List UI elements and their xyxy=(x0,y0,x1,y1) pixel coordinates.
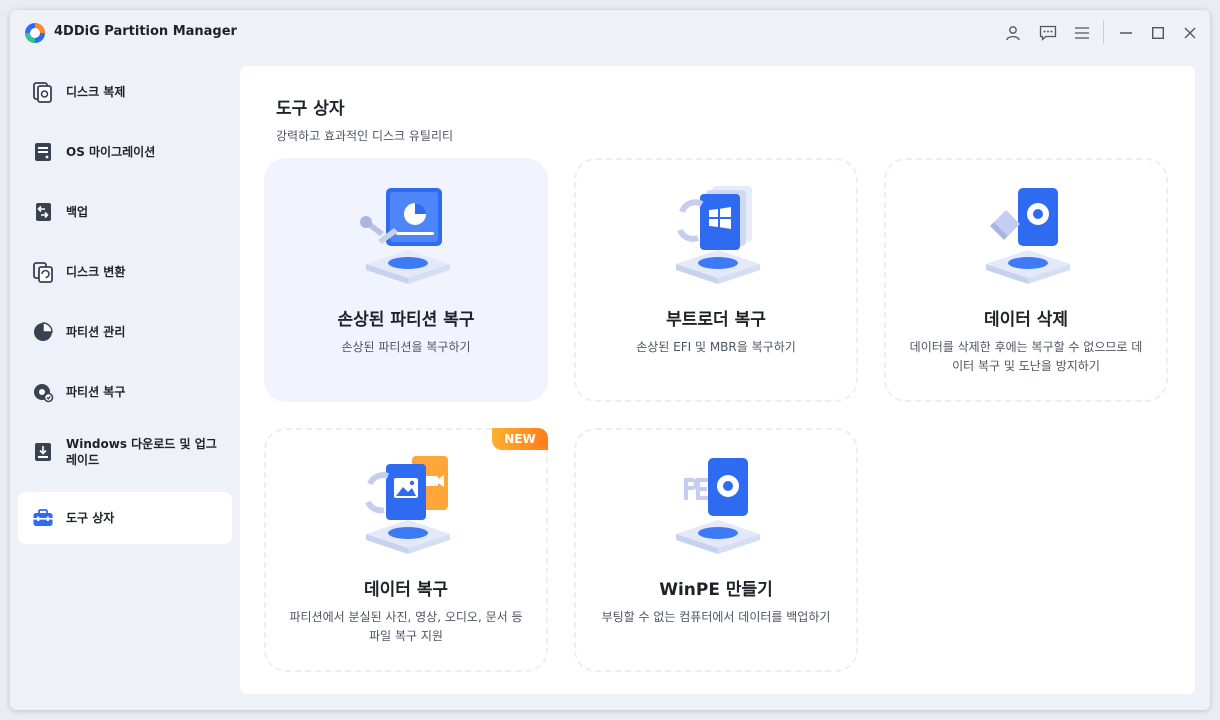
sidebar-item-label: 파티션 복구 xyxy=(66,385,126,399)
os-migration-icon xyxy=(35,143,51,161)
sidebar-item-label: 도구 상자 xyxy=(66,511,115,525)
page-subtitle: 강력하고 효과적인 디스크 유틸리티 xyxy=(276,129,454,143)
user-button[interactable] xyxy=(1002,22,1024,44)
close-button[interactable] xyxy=(1179,22,1201,44)
feedback-icon xyxy=(1039,25,1057,41)
backup-icon xyxy=(36,203,51,221)
card-description: 부팅할 수 없는 컴퓨터에서 데이터를 백업하기 xyxy=(601,610,831,624)
main-panel: 도구 상자 강력하고 효과적인 디스크 유틸리티 손상된 파티션 복구 손상된 … xyxy=(240,66,1195,694)
app-window: 4DDiG Partition Manager 디스크 복제 OS 마이그레이션… xyxy=(10,10,1210,710)
card-title: 손상된 파티션 복구 xyxy=(337,310,475,330)
sidebar-item-label: 디스크 복제 xyxy=(66,85,126,99)
tool-card-partition-repair[interactable]: 손상된 파티션 복구 손상된 파티션을 복구하기 xyxy=(264,158,548,402)
card-description: 손상된 파티션을 복구하기 xyxy=(341,340,471,354)
sidebar-item-backup[interactable]: 백업 xyxy=(18,186,232,238)
sidebar-item-label: Windows 다운로드 및 업그레이드 xyxy=(66,437,217,467)
partition-repair-icon xyxy=(360,188,450,284)
sidebar-item-partition-manage[interactable]: 파티션 관리 xyxy=(18,306,232,358)
app-logo-icon xyxy=(25,23,45,43)
sidebar-item-disk-convert[interactable]: 디스크 변환 xyxy=(18,246,232,298)
disk-clone-icon xyxy=(33,82,52,103)
sidebar-item-label: 백업 xyxy=(66,205,89,219)
bootloader-repair-icon xyxy=(676,186,760,284)
menu-icon xyxy=(1075,27,1089,39)
tool-card-winpe[interactable]: WinPE 만들기 부팅할 수 없는 컴퓨터에서 데이터를 백업하기 xyxy=(574,428,858,672)
maximize-icon xyxy=(1152,27,1164,39)
new-badge: NEW xyxy=(492,428,548,450)
card-description: 데이터를 삭제한 후에는 복구할 수 없으므로 데이터 복구 및 도난을 방지하… xyxy=(909,340,1143,373)
sidebar-item-toolbox[interactable]: 도구 상자 xyxy=(18,492,232,544)
tool-card-data-recovery[interactable]: NEW 데이터 복구 파티션에서 분실된 사진, 영상, 오디오, 문서 등 파… xyxy=(264,428,548,672)
card-title: WinPE 만들기 xyxy=(659,580,773,600)
card-description: 손상된 EFI 및 MBR을 복구하기 xyxy=(636,340,796,354)
data-wipe-icon xyxy=(986,188,1070,284)
menu-button[interactable] xyxy=(1071,22,1093,44)
maximize-button[interactable] xyxy=(1147,22,1169,44)
toolbox-icon xyxy=(33,509,53,526)
partition-recovery-icon xyxy=(34,384,54,403)
minimize-icon xyxy=(1120,32,1132,34)
sidebar-item-windows-download[interactable]: Windows 다운로드 및 업그레이드 xyxy=(18,426,232,478)
sidebar-item-disk-clone[interactable]: 디스크 복제 xyxy=(18,66,232,118)
card-title: 부트로더 복구 xyxy=(666,310,766,330)
feedback-button[interactable] xyxy=(1037,22,1059,44)
data-recovery-icon xyxy=(365,456,450,554)
tool-card-data-wipe[interactable]: 데이터 삭제 데이터를 삭제한 후에는 복구할 수 없으므로 데이터 복구 및 … xyxy=(884,158,1168,402)
sidebar-item-label: OS 마이그레이션 xyxy=(66,145,156,159)
sidebar: 디스크 복제 OS 마이그레이션 백업 디스크 변환 파티션 관리 파티션 복구… xyxy=(10,56,240,710)
partition-pie-icon xyxy=(34,322,53,341)
disk-convert-icon xyxy=(33,262,53,283)
app-title: 4DDiG Partition Manager xyxy=(54,24,237,39)
user-icon xyxy=(1006,26,1020,41)
card-description: 파티션에서 분실된 사진, 영상, 오디오, 문서 등 파일 복구 지원 xyxy=(289,610,523,643)
winpe-icon xyxy=(676,458,760,554)
windows-download-icon xyxy=(35,443,51,461)
sidebar-item-label: 파티션 관리 xyxy=(66,325,126,339)
card-title: 데이터 복구 xyxy=(363,580,449,600)
card-title: 데이터 삭제 xyxy=(983,310,1069,330)
minimize-button[interactable] xyxy=(1115,22,1137,44)
titlebar-divider xyxy=(1103,20,1104,44)
sidebar-item-os-migration[interactable]: OS 마이그레이션 xyxy=(18,126,232,178)
sidebar-item-partition-recovery[interactable]: 파티션 복구 xyxy=(18,366,232,418)
tool-card-bootloader-repair[interactable]: 부트로더 복구 손상된 EFI 및 MBR을 복구하기 xyxy=(574,158,858,402)
page-title: 도구 상자 xyxy=(276,99,345,119)
sidebar-item-label: 디스크 변환 xyxy=(66,265,126,279)
close-icon xyxy=(1184,27,1196,39)
title-bar: 4DDiG Partition Manager xyxy=(10,10,1210,56)
